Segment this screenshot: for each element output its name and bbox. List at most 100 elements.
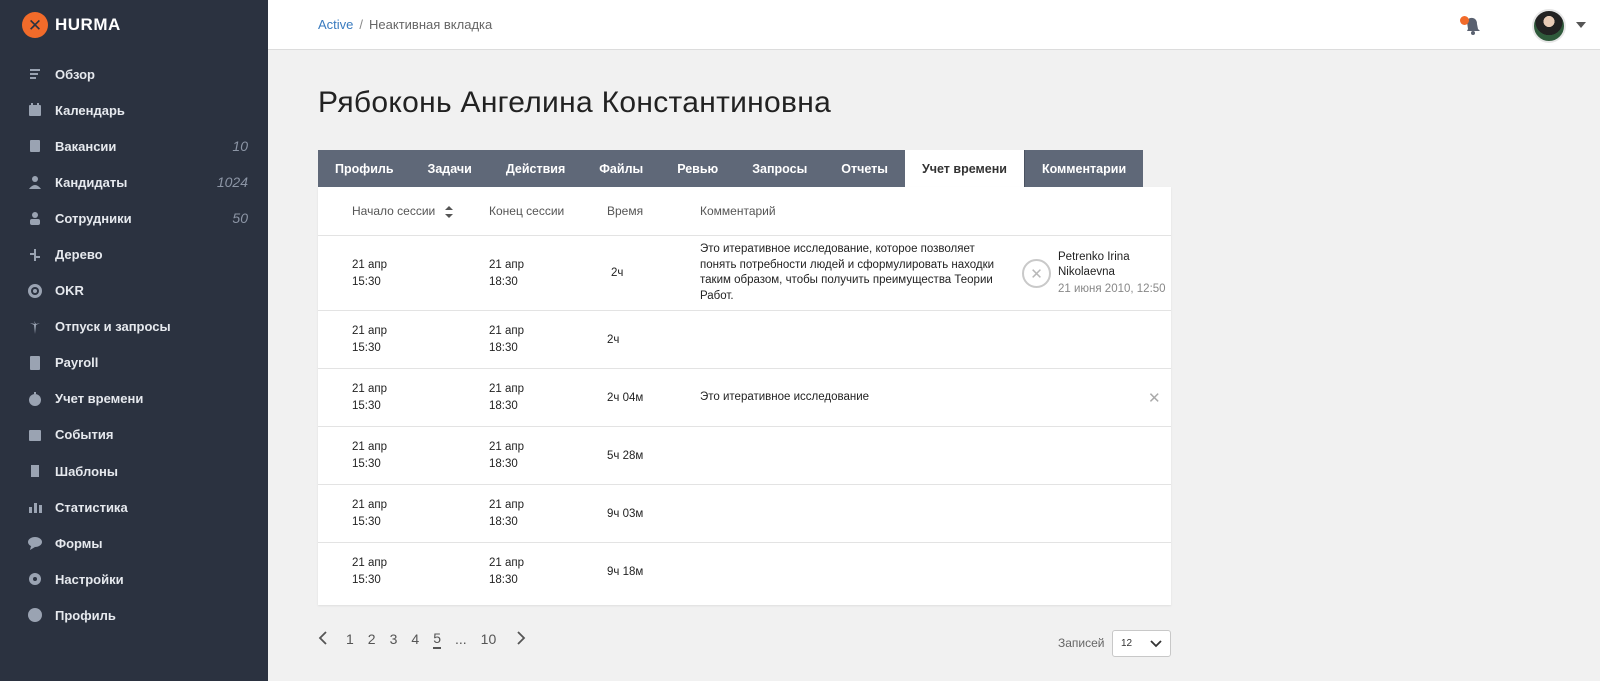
sidebar-item-9[interactable]: Учет времени [0,381,268,417]
duration: 2ч 04м [607,391,644,404]
session-start: 21 апр 15:30 [352,555,387,589]
sidebar-item-2[interactable]: Вакансии 10 [0,128,268,164]
duration: 2ч [611,267,624,279]
logo-text: HURMA [55,15,121,34]
end-date: 21 апр [489,258,525,271]
sidebar-item-label: Календарь [55,102,125,118]
sidebar-item-label: Статистика [55,499,128,515]
vacancies-icon [26,137,44,155]
session-end: 21 апр 18:30 [489,497,524,531]
start-time: 15:30 [352,342,381,354]
tab-2[interactable]: Действия [488,150,583,187]
duration: 9ч 03м [607,507,644,520]
sidebar-item-count: 10 [232,138,248,155]
session-end: 21 апр 18:30 [489,381,524,415]
tab-0[interactable]: Профиль [318,150,411,187]
tab-8[interactable]: Комментарии [1023,150,1144,187]
sidebar-item-5[interactable]: Дерево [0,236,268,272]
tab-7[interactable]: Учет времени [904,150,1024,187]
start-time: 15:30 [352,574,381,586]
sidebar-item-13[interactable]: Формы [0,525,268,561]
pagination-ellipsis: ... [454,631,467,647]
records-per-page-select[interactable]: 12 [1112,630,1171,657]
tab-4[interactable]: Ревью [660,150,736,187]
session-start: 21 апр 15:30 [352,257,387,291]
table-row[interactable]: 21 апр 15:30 21 апр 18:30 2ч [318,311,1171,369]
sidebar-item-4[interactable]: Сотрудники 50 [0,200,268,236]
end-time: 18:30 [489,400,518,412]
tab-6[interactable]: Отчеты [824,150,905,187]
delete-comment-button[interactable]: ✕ [1148,389,1161,407]
logo[interactable]: ✕ HURMA [22,12,121,38]
sidebar-item-12[interactable]: Статистика [0,489,268,525]
sidebar-item-10[interactable]: События [0,417,268,453]
column-header-end: Конец сессии [489,204,565,218]
notifications-button[interactable] [1460,14,1482,36]
sidebar-item-label: Вакансии [55,138,117,154]
page-number[interactable]: 3 [390,631,398,647]
end-date: 21 апр [489,441,525,453]
end-time: 18:30 [489,342,518,354]
sidebar-item-label: Payroll [55,355,99,371]
session-end: 21 апр 18:30 [489,323,524,357]
table-row[interactable]: 21 апр 15:30 21 апр 18:30 9ч 18м [318,543,1171,601]
next-page-button[interactable] [516,630,526,648]
sidebar-item-0[interactable]: Обзор [0,56,268,92]
page-number[interactable]: 5 [433,630,441,649]
sidebar-item-11[interactable]: Шаблоны [0,453,268,489]
column-header-comment: Комментарий [700,204,776,218]
table-header: Начало сессии Конец сессии Время Коммент… [318,187,1171,236]
avatar[interactable] [1532,9,1566,43]
end-date: 21 апр [489,499,525,511]
chevron-down-icon [1150,640,1162,648]
tab-3[interactable]: Файлы [582,150,661,187]
chevron-down-icon[interactable] [1576,22,1586,28]
page-number[interactable]: 1 [346,631,354,647]
sidebar-item-14[interactable]: Настройки [0,561,268,597]
column-header-start[interactable]: Начало сессии [352,204,453,218]
calculator-icon [26,354,44,372]
sidebar-item-label: События [55,427,114,443]
sidebar-item-7[interactable]: Отпуск и запросы [0,309,268,345]
page-number[interactable]: 4 [411,631,419,647]
table-row[interactable]: 21 апр 15:30 21 апр 18:30 9ч 03м [318,485,1171,543]
stats-icon [26,498,44,516]
start-date: 21 апр [352,441,388,453]
breadcrumb: Active / Неактивная вкладка [318,17,492,32]
sidebar-item-6[interactable]: OKR [0,273,268,309]
sidebar-item-8[interactable]: Payroll [0,345,268,381]
sidebar-item-3[interactable]: Кандидаты 1024 [0,164,268,200]
start-date: 21 апр [352,325,388,337]
event-icon [26,426,44,444]
records-per-page-value: 12 [1121,638,1133,649]
sidebar-item-count: 1024 [216,174,248,191]
start-date: 21 апр [352,258,388,271]
sidebar-item-15[interactable]: Профиль [0,597,268,633]
tab-1[interactable]: Задачи [410,150,489,187]
palm-icon [26,318,44,336]
overview-icon [26,65,44,83]
author-name: Petrenko Irina Nikolaevna [1058,251,1130,278]
calendar-icon [26,101,44,119]
sort-icon[interactable] [444,205,453,218]
start-time: 15:30 [352,275,381,288]
table-row[interactable]: 21 апр 15:30 21 апр 18:30 5ч 28м [318,427,1171,485]
table-row[interactable]: 21 апр 15:30 21 апр 18:30 2ч Это итеративное … [318,236,1171,311]
breadcrumb-link-active[interactable]: Active [318,17,353,32]
table-row[interactable]: 21 апр 15:30 21 апр 18:30 2ч 04м Это итератив… [318,369,1171,427]
tab-5[interactable]: Запросы [735,150,825,187]
session-start: 21 апр 15:30 [352,381,387,415]
records-label: Записей [1058,636,1105,650]
end-date: 21 апр [489,325,525,337]
column-header-time: Время [607,204,644,218]
end-date: 21 апр [489,557,525,569]
prev-page-button[interactable] [318,630,328,648]
breadcrumb-separator: / [359,17,364,32]
page-number[interactable]: 2 [368,631,376,647]
sidebar-item-1[interactable]: Календарь [0,92,268,128]
chevron-left-icon [318,630,327,645]
session-start: 21 апр 15:30 [352,323,387,357]
sidebar-item-label: Шаблоны [55,463,118,479]
remove-comment-button[interactable]: ✕ [1022,259,1051,288]
page-number[interactable]: 10 [481,631,497,647]
